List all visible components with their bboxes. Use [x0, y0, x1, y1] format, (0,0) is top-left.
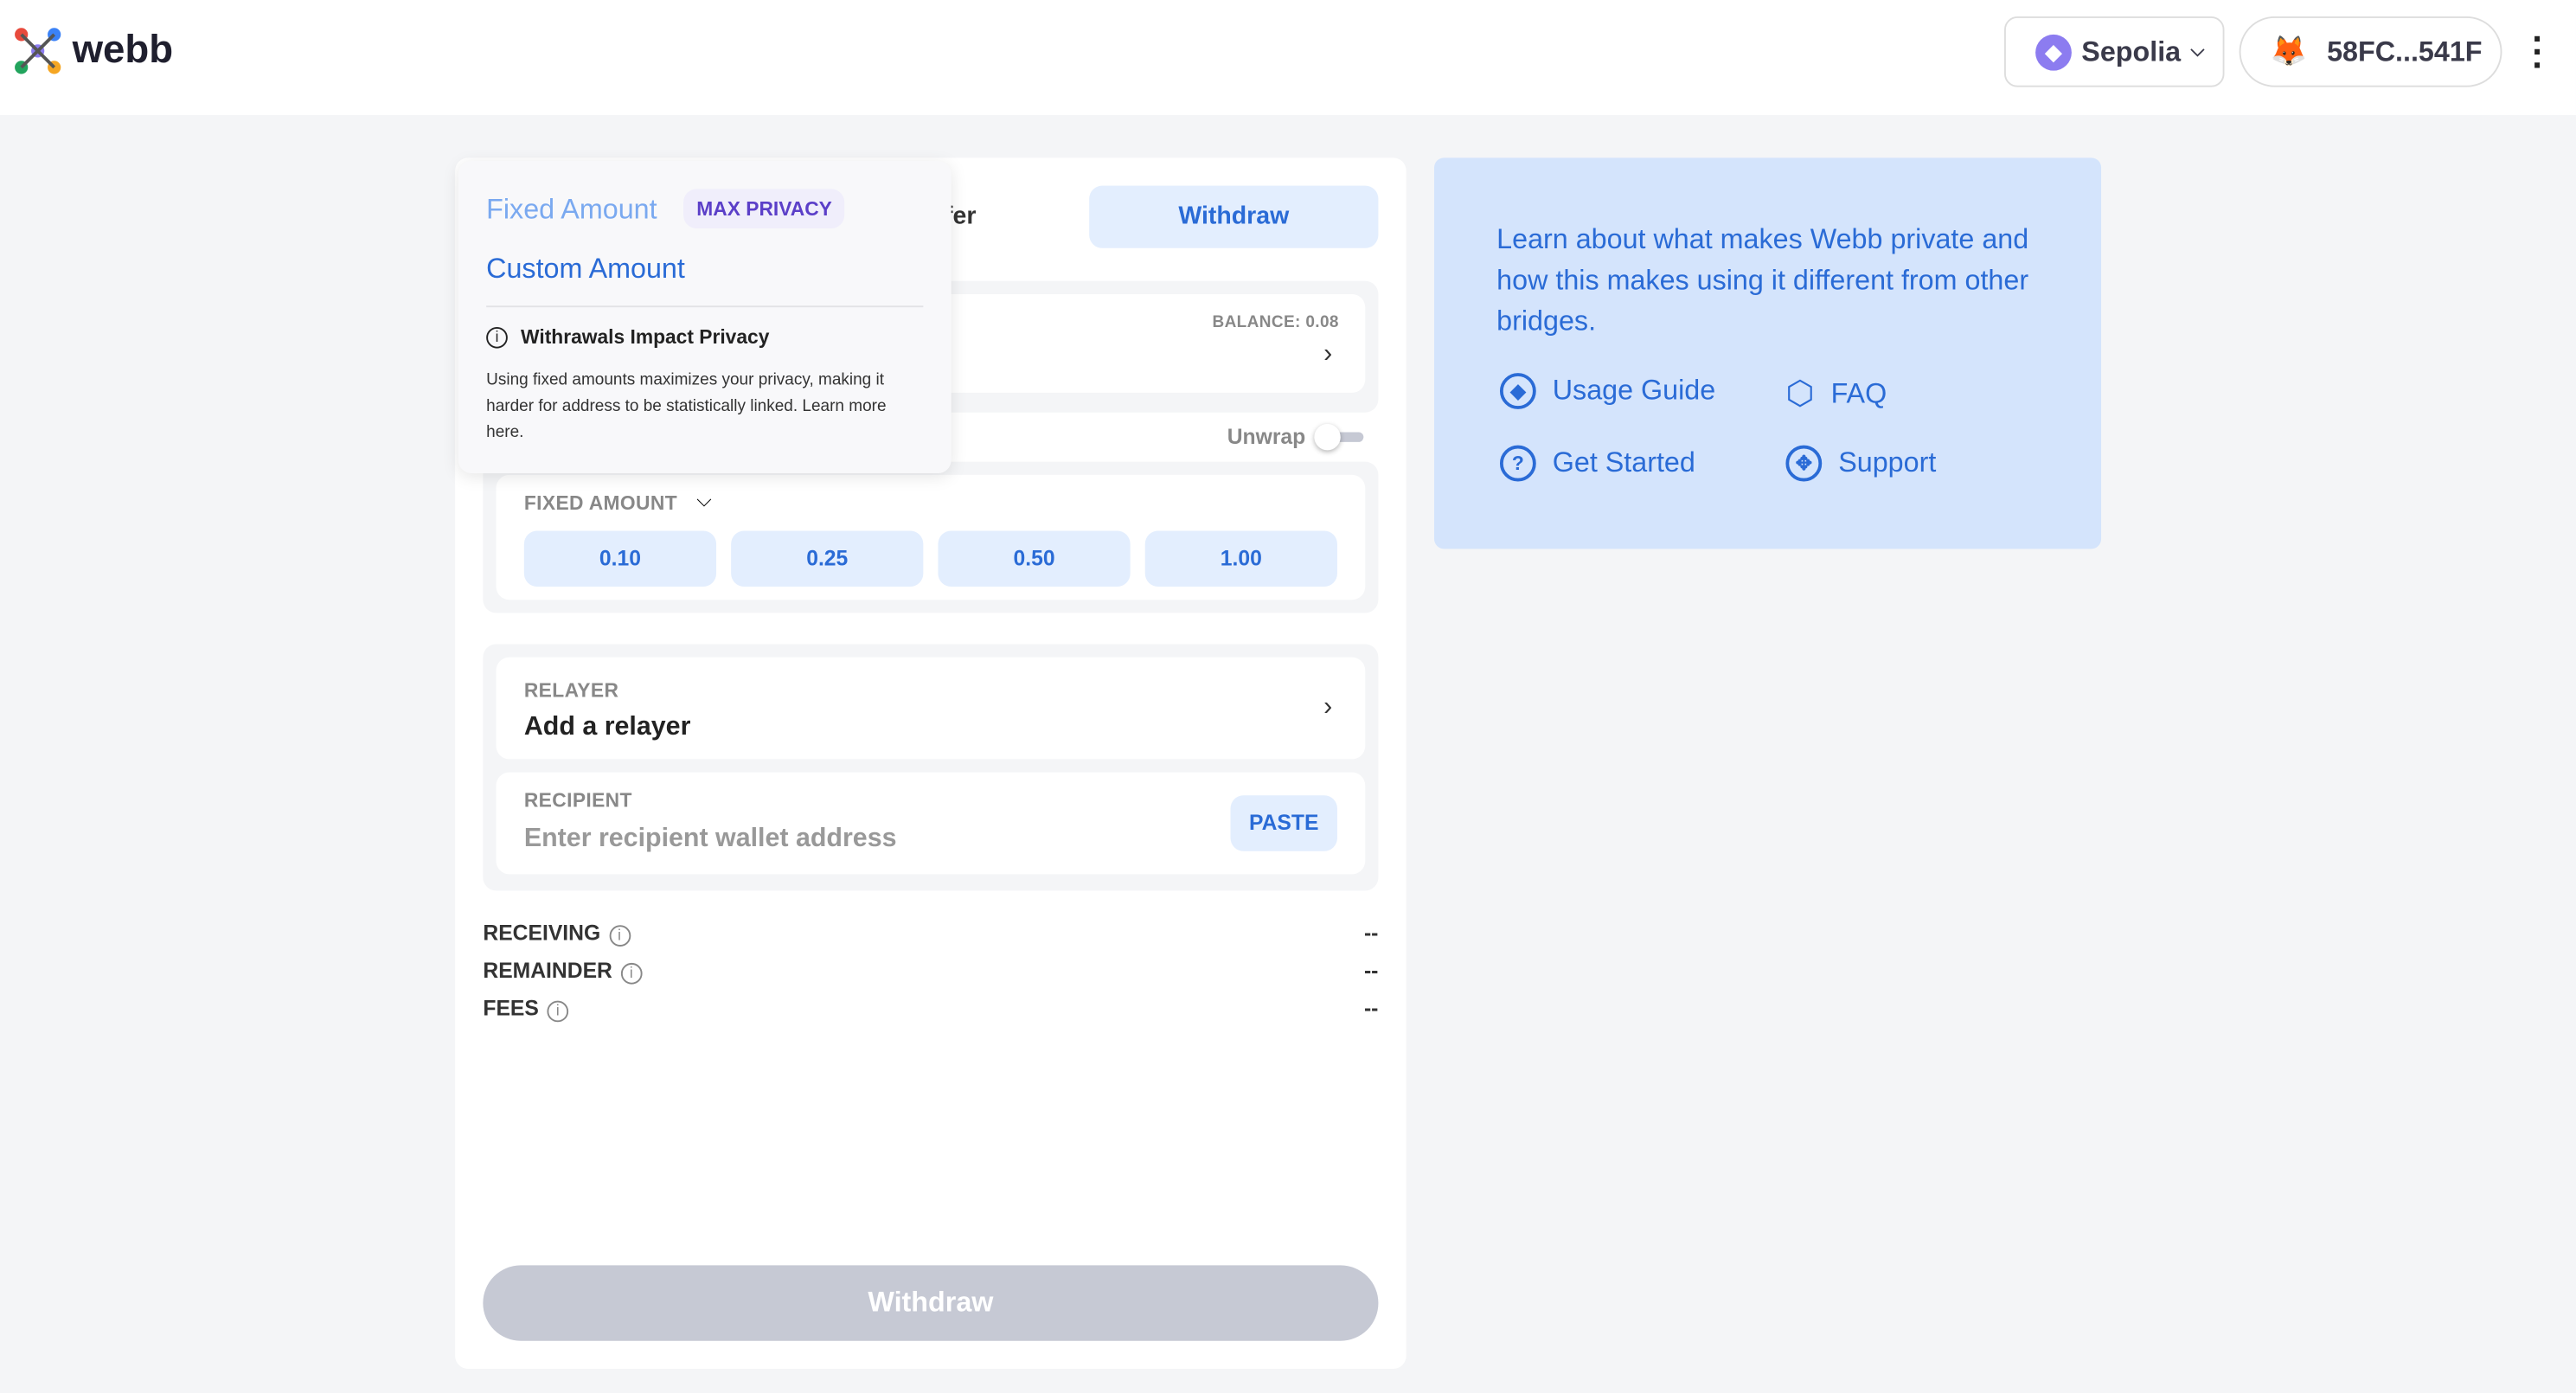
- cube-icon: ⬡: [1785, 376, 1815, 413]
- summary-value: --: [1363, 958, 1379, 983]
- custom-amount-option[interactable]: Custom Amount: [486, 253, 685, 286]
- chevron-right-icon: ›: [1323, 340, 1333, 369]
- unwrap-toggle[interactable]: [1314, 423, 1364, 451]
- compass-icon: ◆: [1499, 373, 1536, 409]
- info-icon[interactable]: i: [608, 925, 631, 947]
- ethereum-icon: ◆: [2035, 33, 2072, 70]
- chevron-down-icon: ⌵: [2190, 41, 2205, 61]
- withdraw-submit-button[interactable]: Withdraw: [483, 1265, 1379, 1341]
- header: webb ◆ Sepolia ⌵ 🦊 58FC...541F · · ·: [0, 0, 2576, 115]
- wallet-address: 58FC...541F: [2327, 35, 2483, 67]
- info-icon[interactable]: i: [547, 1000, 569, 1023]
- link-label: Support: [1838, 446, 1937, 478]
- relayer-recipient-group: RELAYER Add a relayer › RECIPIENT Enter …: [483, 644, 1379, 891]
- webb-logo-icon: [15, 28, 61, 74]
- summary-fees: FEES i --: [483, 995, 1379, 1023]
- info-panel: Learn about what makes Webb private and …: [1434, 157, 2102, 549]
- support-link[interactable]: ✥ Support: [1785, 445, 1937, 482]
- info-icon: i: [486, 326, 508, 349]
- wallet-button[interactable]: 🦊 58FC...541F: [2239, 16, 2502, 87]
- amount-option[interactable]: 1.00: [1144, 530, 1337, 587]
- relayer-value: Add a relayer: [523, 713, 691, 741]
- amount-option[interactable]: 0.25: [731, 530, 924, 587]
- fixed-amount-panel: FIXED AMOUNT ⌵ 0.10 0.25 0.50 1.00: [496, 474, 1366, 600]
- question-icon: ?: [1499, 445, 1536, 482]
- recipient-label: RECIPIENT: [523, 788, 632, 812]
- relayer-selector[interactable]: RELAYER Add a relayer ›: [496, 657, 1366, 760]
- max-privacy-badge: MAX PRIVACY: [683, 189, 846, 228]
- chevron-right-icon: ›: [1323, 693, 1333, 722]
- network-name: Sepolia: [2081, 35, 2182, 67]
- info-text: Learn about what makes Webb private and …: [1496, 223, 2029, 337]
- unwrap-label: Unwrap: [1227, 423, 1306, 449]
- get-started-link[interactable]: ? Get Started: [1499, 445, 1695, 482]
- chevron-down-icon[interactable]: ⌵: [696, 488, 711, 512]
- lifebuoy-icon: ✥: [1785, 445, 1823, 482]
- popover-title: Withrawals Impact Privacy: [521, 325, 770, 349]
- fixed-amount-option[interactable]: Fixed Amount: [486, 194, 657, 227]
- amount-type-popover: Fixed Amount MAX PRIVACY Custom Amount i…: [458, 161, 952, 473]
- faq-link[interactable]: ⬡ FAQ: [1785, 373, 1887, 414]
- summary-label: REMAINDER: [483, 958, 612, 983]
- summary-value: --: [1363, 920, 1379, 946]
- network-selector[interactable]: ◆ Sepolia ⌵: [2004, 16, 2225, 87]
- brand-name: webb: [72, 28, 174, 73]
- popover-body: Using fixed amounts maximizes your priva…: [486, 371, 887, 442]
- summary-label: FEES: [483, 995, 539, 1021]
- link-label: Get Started: [1552, 446, 1695, 478]
- amount-option[interactable]: 0.50: [938, 530, 1131, 587]
- summary-value: --: [1363, 995, 1379, 1021]
- summary-label: RECEIVING: [483, 920, 601, 946]
- relayer-label: RELAYER: [523, 678, 619, 702]
- link-label: Usage Guide: [1552, 375, 1716, 407]
- summary-receiving: RECEIVING i --: [483, 921, 1378, 947]
- tab-withdraw[interactable]: Withdraw: [1089, 185, 1379, 248]
- summary-remainder: REMAINDER i --: [483, 958, 1379, 985]
- info-icon[interactable]: i: [620, 962, 643, 985]
- recipient-field[interactable]: RECIPIENT Enter recipient wallet address…: [496, 772, 1366, 875]
- recipient-input[interactable]: Enter recipient wallet address: [524, 825, 897, 854]
- balance-label: BALANCE: 0.08: [1212, 313, 1339, 332]
- metamask-fox-icon: 🦊: [2270, 34, 2308, 67]
- logo[interactable]: webb: [13, 26, 173, 75]
- fixed-amount-label: FIXED AMOUNT: [523, 491, 678, 515]
- link-label: FAQ: [1830, 376, 1887, 408]
- amount-option[interactable]: 0.10: [523, 530, 717, 587]
- fixed-amount-group: FIXED AMOUNT ⌵ 0.10 0.25 0.50 1.00: [483, 461, 1379, 613]
- usage-guide-link[interactable]: ◆ Usage Guide: [1499, 373, 1716, 409]
- divider: [486, 305, 924, 308]
- paste-button[interactable]: PASTE: [1230, 795, 1337, 851]
- more-menu-icon[interactable]: · · ·: [2527, 21, 2550, 83]
